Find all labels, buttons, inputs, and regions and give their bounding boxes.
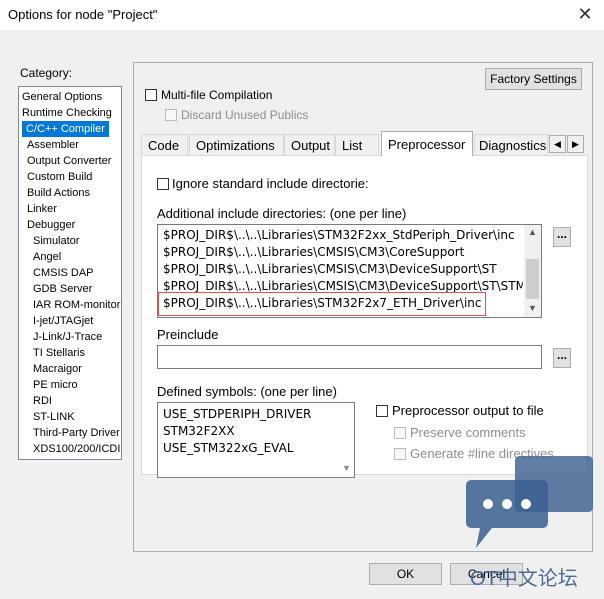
category-item[interactable]: Debugger (27, 217, 75, 233)
category-item[interactable]: Third-Party Driver (33, 425, 120, 441)
generate-line-checkbox (394, 448, 406, 460)
include-dir-line: $PROJ_DIR$\..\..\Libraries\CMSIS\CM3\Dev… (163, 279, 523, 293)
category-item-selected[interactable]: C/C++ Compiler (22, 121, 109, 137)
include-browse-button[interactable]: ... (553, 227, 571, 247)
category-list[interactable]: General Options Runtime Checking C/C++ C… (18, 86, 122, 460)
category-item[interactable]: Build Actions (27, 185, 90, 201)
defined-symbols-label: Defined symbols: (one per line) (157, 384, 337, 399)
ignore-std-label: Ignore standard include directorie: (172, 176, 369, 191)
scroll-down-icon[interactable]: ▼ (528, 303, 537, 313)
ignore-std-checkbox[interactable] (157, 178, 169, 190)
window-title: Options for node "Project" (8, 7, 158, 22)
category-item[interactable]: Output Converter (27, 153, 111, 169)
multifile-label: Multi-file Compilation (161, 88, 273, 102)
category-item[interactable]: ST-LINK (33, 409, 75, 425)
preinclude-label: Preinclude (157, 327, 219, 342)
category-item[interactable]: Macraigor (33, 361, 82, 377)
tab-output[interactable]: Output (284, 134, 335, 156)
factory-settings-button[interactable]: Factory Settings (485, 68, 582, 90)
scroll-thumb[interactable] (526, 259, 539, 299)
tab-optimizations[interactable]: Optimizations (189, 134, 284, 156)
category-item[interactable]: J-Link/J-Trace (33, 329, 102, 345)
category-item[interactable]: Assembler (27, 137, 79, 153)
category-item[interactable]: RDI (33, 393, 52, 409)
discard-unused-checkbox (165, 109, 177, 121)
tab-preprocessor[interactable]: Preprocessor (381, 131, 473, 156)
scroll-down-icon[interactable]: ▼ (342, 463, 351, 473)
discard-unused-label: Discard Unused Publics (181, 108, 309, 122)
scroll-up-icon[interactable]: ▲ (528, 227, 537, 237)
title-bar: Options for node "Project" ✕ (0, 0, 604, 30)
include-dir-line: $PROJ_DIR$\..\..\Libraries\CMSIS\CM3\Cor… (163, 245, 465, 259)
multifile-checkbox[interactable] (145, 89, 157, 101)
tab-code[interactable]: Code (141, 134, 188, 156)
defined-symbols-textarea[interactable]: USE_STDPERIPH_DRIVER STM32F2XX USE_STM32… (157, 402, 355, 478)
preinclude-browse-button[interactable]: ... (553, 348, 571, 368)
include-dir-line: $PROJ_DIR$\..\..\Libraries\STM32F2xx_Std… (163, 228, 515, 242)
category-item[interactable]: TI Stellaris (33, 345, 85, 361)
include-dirs-scrollbar[interactable]: ▲ ▼ (524, 225, 541, 317)
category-label: Category: (20, 66, 73, 80)
category-item[interactable]: Linker (27, 201, 57, 217)
defined-symbol-line: STM32F2XX (163, 424, 235, 438)
close-icon[interactable]: ✕ (574, 3, 596, 25)
defined-symbol-line: USE_STDPERIPH_DRIVER (163, 407, 312, 421)
include-dir-line: $PROJ_DIR$\..\..\Libraries\CMSIS\CM3\Dev… (163, 262, 497, 276)
include-dirs-label: Additional include directories: (one per… (157, 206, 407, 221)
tab-scroll-left-icon[interactable]: ◀ (549, 135, 566, 153)
defined-symbol-line: USE_STM322xG_EVAL (163, 441, 294, 455)
watermark-text: OT中文论坛 (470, 568, 578, 590)
category-item[interactable]: Custom Build (27, 169, 92, 185)
highlight-box (158, 292, 486, 316)
tab-scroll-right-icon[interactable]: ▶ (567, 135, 584, 153)
category-item[interactable]: General Options (22, 89, 102, 105)
category-item[interactable]: XDS100/200/ICDI (33, 441, 120, 457)
category-item[interactable]: CMSIS DAP (33, 265, 94, 281)
category-item[interactable]: Runtime Checking (22, 105, 112, 121)
category-item[interactable]: PE micro (33, 377, 78, 393)
pp-output-label: Preprocessor output to file (392, 403, 544, 418)
category-item[interactable]: Simulator (33, 233, 79, 249)
category-item[interactable]: Angel (33, 249, 61, 265)
category-item[interactable]: GDB Server (33, 281, 92, 297)
category-item[interactable]: IAR ROM-monitor (33, 297, 120, 313)
preinclude-input[interactable] (157, 345, 542, 369)
ok-button[interactable]: OK (369, 563, 442, 585)
pp-output-checkbox[interactable] (376, 405, 388, 417)
preserve-comments-label: Preserve comments (410, 425, 526, 440)
tab-diagnostics[interactable]: Diagnostics (474, 134, 548, 156)
preserve-comments-checkbox (394, 427, 406, 439)
tab-list[interactable]: List (335, 134, 379, 156)
category-item[interactable]: I-jet/JTAGjet (33, 313, 93, 329)
chat-bubble-icon (466, 456, 593, 548)
